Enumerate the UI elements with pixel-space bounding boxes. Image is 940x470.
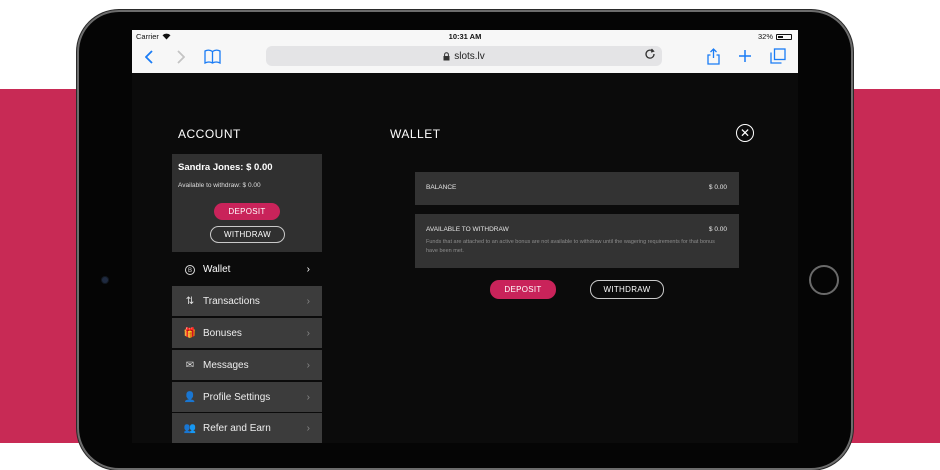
browser-toolbar: slots.lv — [132, 43, 798, 74]
tabs-icon[interactable] — [770, 48, 786, 64]
plus-icon[interactable] — [738, 49, 752, 63]
book-icon[interactable] — [204, 49, 221, 64]
wallet-deposit-button[interactable]: DEPOSIT — [490, 280, 556, 299]
chevron-right-icon: › — [306, 422, 310, 434]
user-name-balance: Sandra Jones: $ 0.00 — [178, 162, 273, 173]
sidebar-deposit-button[interactable]: DEPOSIT — [214, 203, 280, 220]
site-content: ACCOUNT WALLET ✕ Sandra Jones: $ 0.00 Av… — [132, 73, 798, 443]
sidebar-item-refer-and-earn[interactable]: 👥 Refer and Earn › — [172, 413, 322, 443]
sidebar-item-label: Profile Settings — [203, 391, 271, 403]
chevron-right-icon: › — [306, 263, 310, 275]
account-heading: ACCOUNT — [178, 127, 241, 141]
transactions-icon: ⇅ — [185, 295, 195, 307]
address-bar[interactable]: slots.lv — [266, 46, 662, 66]
available-label: AVAILABLE TO WITHDRAW — [426, 226, 509, 233]
wallet-withdraw-button[interactable]: WITHDRAW — [590, 280, 664, 299]
home-button[interactable] — [809, 265, 839, 295]
balance-label: BALANCE — [426, 184, 457, 191]
sidebar-withdraw-button[interactable]: WITHDRAW — [210, 226, 285, 243]
chevron-right-icon[interactable] — [177, 50, 185, 64]
sidebar-item-bonuses[interactable]: 🎁 Bonuses › — [172, 318, 322, 348]
user-settings-icon: 👤 — [183, 391, 197, 403]
available-to-withdraw-row: AVAILABLE TO WITHDRAW $ 0.00 Funds that … — [415, 214, 739, 268]
camera-icon — [102, 277, 108, 283]
status-time: 10:31 AM — [448, 32, 482, 41]
balance-value: $ 0.00 — [708, 184, 727, 191]
sidebar-item-wallet[interactable]: B Wallet › — [172, 254, 322, 284]
battery-icon — [776, 33, 792, 40]
available-note: Funds that are attached to an active bon… — [426, 239, 715, 254]
sidebar-item-label: Transactions — [203, 295, 260, 307]
users-icon: 👥 — [183, 422, 197, 434]
user-summary-card: Sandra Jones: $ 0.00 Available to withdr… — [172, 154, 322, 252]
chevron-right-icon: › — [306, 295, 310, 307]
gift-icon: 🎁 — [183, 327, 197, 339]
wallet-heading: WALLET — [390, 127, 441, 141]
reload-icon[interactable] — [644, 48, 656, 60]
status-bar: Carrier 10:31 AM 32% — [132, 30, 798, 43]
sidebar-item-messages[interactable]: ✉ Messages › — [172, 350, 322, 380]
battery-percent: 32% — [757, 32, 773, 41]
sidebar-item-label: Bonuses — [203, 327, 242, 339]
chevron-left-icon[interactable] — [145, 50, 153, 64]
sidebar-item-label: Refer and Earn — [203, 422, 271, 434]
sidebar-item-label: Wallet — [203, 263, 231, 275]
chevron-right-icon: › — [306, 359, 310, 371]
available-to-withdraw-text: Available to withdraw: $ 0.00 — [178, 182, 261, 189]
sidebar-item-label: Messages — [203, 359, 249, 371]
close-icon[interactable]: ✕ — [736, 124, 754, 142]
lock-icon — [443, 51, 450, 60]
available-value: $ 0.00 — [708, 226, 727, 233]
envelope-icon: ✉ — [185, 359, 195, 371]
balance-row: BALANCE $ 0.00 — [415, 172, 739, 205]
coin-icon: B — [183, 264, 197, 275]
tablet-screen: Carrier 10:31 AM 32% slots.lv ACCOUNT WA… — [132, 30, 798, 443]
share-icon[interactable] — [707, 48, 720, 65]
chevron-right-icon: › — [306, 391, 310, 403]
sidebar-item-profile-settings[interactable]: 👤 Profile Settings › — [172, 382, 322, 412]
chevron-right-icon: › — [306, 327, 310, 339]
sidebar-item-transactions[interactable]: ⇅ Transactions › — [172, 286, 322, 316]
url-text: slots.lv — [454, 50, 485, 62]
